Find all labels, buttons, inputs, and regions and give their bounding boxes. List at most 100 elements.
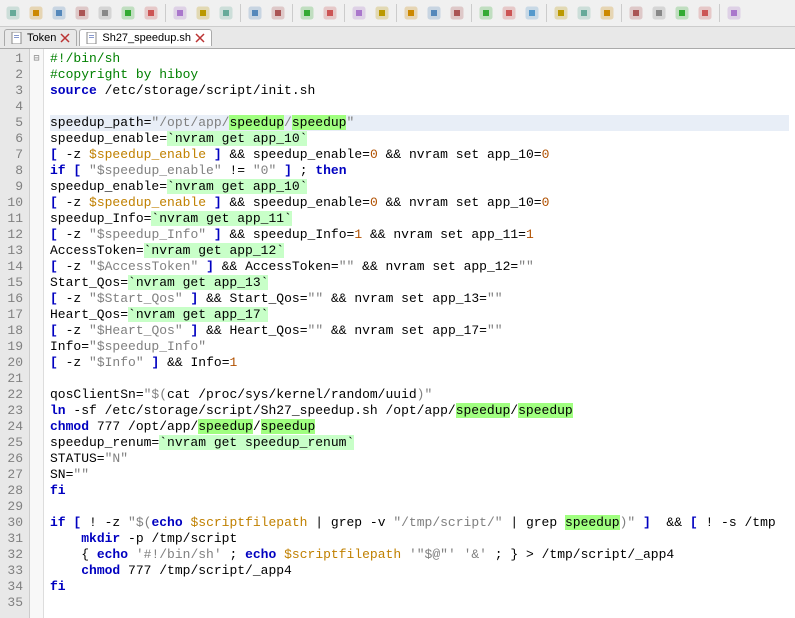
fold-marker[interactable]	[30, 547, 43, 563]
fold-marker[interactable]	[30, 243, 43, 259]
code-line[interactable]: chmod 777 /tmp/script/_app4	[50, 563, 789, 579]
format-button[interactable]	[348, 2, 370, 24]
run-button[interactable]	[723, 2, 745, 24]
fold-marker[interactable]	[30, 563, 43, 579]
fold-marker[interactable]	[30, 371, 43, 387]
fold-marker[interactable]	[30, 595, 43, 611]
format2-button[interactable]	[371, 2, 393, 24]
undo-button[interactable]	[244, 2, 266, 24]
fold-marker[interactable]	[30, 515, 43, 531]
code-line[interactable]: fi	[50, 579, 789, 595]
code-line[interactable]: chmod 777 /opt/app/speedup/speedup	[50, 419, 789, 435]
paste-button[interactable]	[215, 2, 237, 24]
code-line[interactable]: fi	[50, 483, 789, 499]
code-line[interactable]: speedup_path="/opt/app/speedup/speedup"	[50, 115, 789, 131]
doc-button[interactable]	[550, 2, 572, 24]
code-line[interactable]	[50, 595, 789, 611]
tab-sh27-speedup-sh[interactable]: Sh27_speedup.sh	[79, 29, 212, 46]
fold-marker[interactable]	[30, 211, 43, 227]
record-button[interactable]	[625, 2, 647, 24]
fold-marker[interactable]	[30, 227, 43, 243]
code-line[interactable]: source /etc/storage/script/init.sh	[50, 83, 789, 99]
code-line[interactable]: STATUS="N"	[50, 451, 789, 467]
code-line[interactable]: SN=""	[50, 467, 789, 483]
copy-button[interactable]	[192, 2, 214, 24]
code-line[interactable]: Heart_Qos=`nvram get app_17`	[50, 307, 789, 323]
fold-marker[interactable]	[30, 179, 43, 195]
align-c-button[interactable]	[498, 2, 520, 24]
fold-marker[interactable]	[30, 147, 43, 163]
tool2-button[interactable]	[423, 2, 445, 24]
fold-marker[interactable]	[30, 467, 43, 483]
code-line[interactable]	[50, 99, 789, 115]
code-line[interactable]: AccessToken=`nvram get app_12`	[50, 243, 789, 259]
fold-marker[interactable]: ⊟	[30, 51, 43, 67]
tool3-button[interactable]	[446, 2, 468, 24]
fold-marker[interactable]	[30, 483, 43, 499]
align-l-button[interactable]	[475, 2, 497, 24]
code-line[interactable]: Start_Qos=`nvram get app_13`	[50, 275, 789, 291]
fold-marker[interactable]	[30, 419, 43, 435]
code-line[interactable]: [ -z "$Info" ] && Info=1	[50, 355, 789, 371]
fold-marker[interactable]	[30, 323, 43, 339]
find-button[interactable]	[296, 2, 318, 24]
fold-marker[interactable]	[30, 67, 43, 83]
fold-marker[interactable]	[30, 163, 43, 179]
fold-marker[interactable]	[30, 403, 43, 419]
fold-marker[interactable]	[30, 499, 43, 515]
fold-marker[interactable]	[30, 579, 43, 595]
code-line[interactable]: mkdir -p /tmp/script	[50, 531, 789, 547]
fold-marker[interactable]	[30, 291, 43, 307]
close-all-button[interactable]	[117, 2, 139, 24]
code-line[interactable]: speedup_Info=`nvram get app_11`	[50, 211, 789, 227]
code-line[interactable]: [ -z "$Heart_Qos" ] && Heart_Qos="" && n…	[50, 323, 789, 339]
tab-token[interactable]: Token	[4, 29, 77, 46]
close-button[interactable]	[94, 2, 116, 24]
stop-button[interactable]	[648, 2, 670, 24]
open-button[interactable]	[25, 2, 47, 24]
ff-button[interactable]	[694, 2, 716, 24]
align-r-button[interactable]	[521, 2, 543, 24]
pref-button[interactable]	[573, 2, 595, 24]
tool1-button[interactable]	[400, 2, 422, 24]
fold-marker[interactable]	[30, 451, 43, 467]
fold-marker[interactable]	[30, 307, 43, 323]
code-line[interactable]: [ -z "$AccessToken" ] && AccessToken="" …	[50, 259, 789, 275]
new-file-button[interactable]	[2, 2, 24, 24]
fold-marker[interactable]	[30, 275, 43, 291]
close-icon[interactable]	[60, 33, 70, 43]
eye-button[interactable]	[596, 2, 618, 24]
fold-marker[interactable]	[30, 531, 43, 547]
close-icon[interactable]	[195, 33, 205, 43]
save-all-button[interactable]	[71, 2, 93, 24]
fold-marker[interactable]	[30, 339, 43, 355]
print-button[interactable]	[140, 2, 162, 24]
code-line[interactable]: if [ "$speedup_enable" != "0" ] ; then	[50, 163, 789, 179]
code-line[interactable]: { echo '#!/bin/sh' ; echo $scriptfilepat…	[50, 547, 789, 563]
code-line[interactable]: speedup_enable=`nvram get app_10`	[50, 131, 789, 147]
code-line[interactable]: ln -sf /etc/storage/script/Sh27_speedup.…	[50, 403, 789, 419]
code-line[interactable]: [ -z "$speedup_Info" ] && speedup_Info=1…	[50, 227, 789, 243]
code-line[interactable]: speedup_renum=`nvram get speedup_renum`	[50, 435, 789, 451]
fold-marker[interactable]	[30, 131, 43, 147]
code-line[interactable]: speedup_enable=`nvram get app_10`	[50, 179, 789, 195]
play-button[interactable]	[671, 2, 693, 24]
code-line[interactable]: #!/bin/sh	[50, 51, 789, 67]
code-line[interactable]: if [ ! -z "$(echo $scriptfilepath | grep…	[50, 515, 789, 531]
code-area[interactable]: #!/bin/sh#copyright by hiboysource /etc/…	[44, 49, 795, 618]
fold-marker[interactable]	[30, 259, 43, 275]
fold-marker[interactable]	[30, 115, 43, 131]
fold-marker[interactable]	[30, 195, 43, 211]
redo-button[interactable]	[267, 2, 289, 24]
fold-marker[interactable]	[30, 435, 43, 451]
fold-marker[interactable]	[30, 83, 43, 99]
replace-button[interactable]	[319, 2, 341, 24]
code-line[interactable]	[50, 371, 789, 387]
code-line[interactable]: [ -z $speedup_enable ] && speedup_enable…	[50, 147, 789, 163]
code-line[interactable]: qosClientSn="$(cat /proc/sys/kernel/rand…	[50, 387, 789, 403]
code-line[interactable]: [ -z $speedup_enable ] && speedup_enable…	[50, 195, 789, 211]
code-line[interactable]: #copyright by hiboy	[50, 67, 789, 83]
save-button[interactable]	[48, 2, 70, 24]
fold-marker[interactable]	[30, 355, 43, 371]
code-line[interactable]: Info="$speedup_Info"	[50, 339, 789, 355]
